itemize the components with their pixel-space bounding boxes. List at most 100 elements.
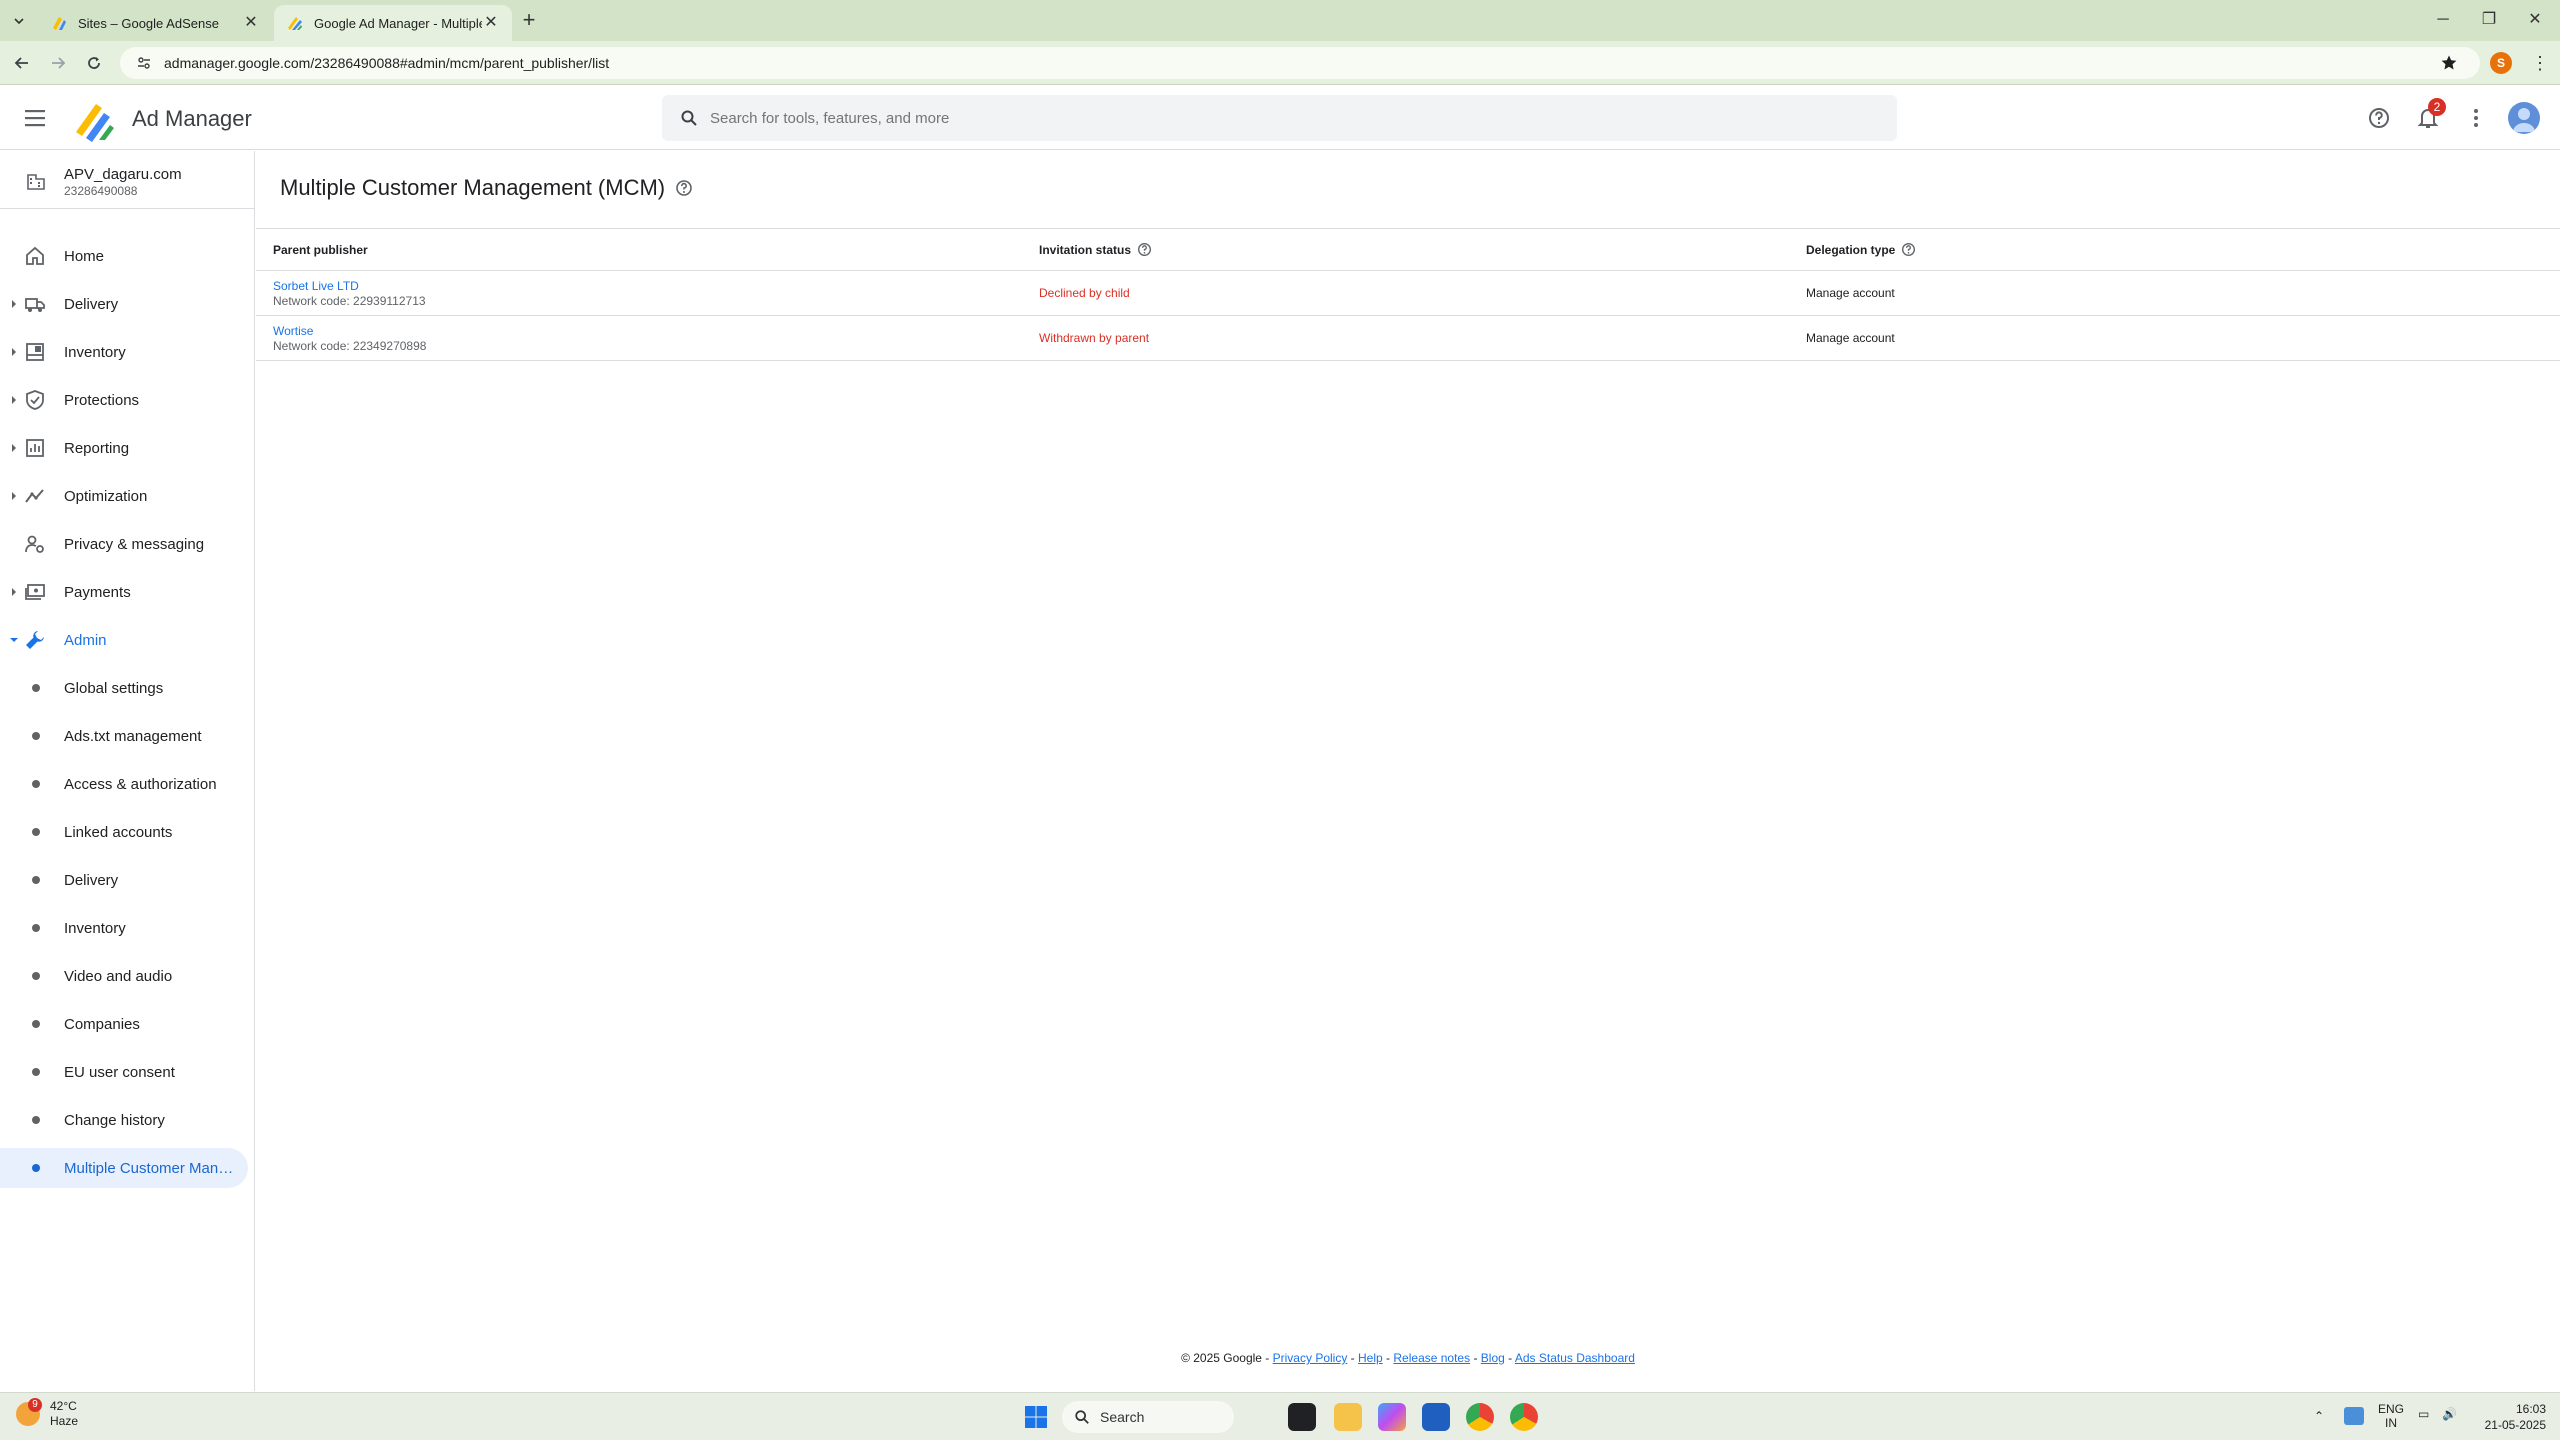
sidebar-item-payments[interactable]: Payments	[0, 572, 248, 612]
column-header-delegation-type[interactable]: Delegation type	[1806, 229, 1916, 270]
page-title: Multiple Customer Management (MCM)	[280, 175, 693, 201]
weather-sun-icon: 9	[16, 1398, 42, 1426]
tab-close-icon[interactable]: ✕	[482, 14, 500, 32]
help-icon[interactable]	[1901, 242, 1916, 257]
sidebar-item-protections[interactable]: Protections	[0, 380, 248, 420]
notifications-bell-icon[interactable]: 2	[2414, 98, 2446, 132]
privacy-policy-link[interactable]: Privacy Policy	[1273, 1351, 1348, 1365]
footer-separator: -	[1473, 1351, 1478, 1365]
minimize-button[interactable]: ─	[2420, 4, 2466, 36]
store-icon[interactable]	[1422, 1403, 1450, 1431]
browser-tab-admanager[interactable]: Google Ad Manager - Multiple ✕	[274, 5, 512, 41]
forward-button[interactable]	[44, 49, 72, 77]
sidebar-subitem-access-authorization[interactable]: Access & authorization	[0, 764, 248, 804]
chrome-app-icon[interactable]	[1466, 1403, 1494, 1431]
sidebar-subitem-ads-txt[interactable]: Ads.txt management	[0, 716, 248, 756]
site-info-icon[interactable]	[136, 55, 152, 71]
app-header: Ad Manager 2	[0, 86, 2560, 150]
sidebar-subitem-mcm[interactable]: Multiple Customer Manag...	[0, 1148, 248, 1188]
windows-start-icon[interactable]	[1024, 1405, 1048, 1429]
publisher-network-code: Network code: 22349270898	[273, 338, 427, 353]
chrome-menu-icon[interactable]: ⋮	[2528, 51, 2552, 75]
table-row[interactable]: Sorbet Live LTD Network code: 2293911271…	[256, 271, 2560, 316]
release-notes-link[interactable]: Release notes	[1393, 1351, 1470, 1365]
sidebar-item-optimization[interactable]: Optimization	[0, 476, 248, 516]
sidebar-item-admin[interactable]: Admin	[0, 620, 248, 660]
chrome-profile-avatar[interactable]: S	[2490, 52, 2512, 74]
language-indicator[interactable]: ENG IN	[2378, 1402, 2404, 1430]
show-hidden-icons-chevron-icon[interactable]: ⌃	[2314, 1409, 2324, 1423]
publisher-link[interactable]: Sorbet Live LTD	[273, 279, 426, 293]
sidebar-subitem-companies[interactable]: Companies	[0, 1004, 248, 1044]
clock[interactable]: 16:03 21-05-2025	[2476, 1401, 2546, 1433]
tab-close-icon[interactable]: ✕	[242, 14, 260, 32]
tab-search-chevron-icon[interactable]	[6, 8, 32, 34]
ad-manager-logo-icon[interactable]	[72, 98, 116, 142]
sidebar-item-inventory[interactable]: Inventory	[0, 332, 248, 372]
browser-toolbar: admanager.google.com/23286490088#admin/m…	[0, 41, 2560, 85]
wrench-icon	[26, 631, 44, 649]
column-header-invitation-status[interactable]: Invitation status	[1039, 229, 1152, 270]
sidebar-subitem-video-audio[interactable]: Video and audio	[0, 956, 248, 996]
sidebar-item-delivery[interactable]: Delivery	[0, 284, 248, 324]
inventory-icon	[26, 343, 44, 361]
terminal-app-icon[interactable]	[1288, 1403, 1316, 1431]
sidebar-item-reporting[interactable]: Reporting	[0, 428, 248, 468]
account-person-icon	[2513, 108, 2535, 132]
more-options-icon[interactable]	[2462, 104, 2490, 132]
ads-status-dashboard-link[interactable]: Ads Status Dashboard	[1515, 1351, 1635, 1365]
window-close-button[interactable]: ✕	[2512, 4, 2558, 36]
column-header-label: Parent publisher	[273, 242, 368, 257]
search-input[interactable]	[710, 109, 1810, 127]
bullet-dot	[32, 972, 40, 980]
back-button[interactable]	[8, 49, 36, 77]
copilot-icon[interactable]	[1378, 1403, 1406, 1431]
chrome-active-app-icon[interactable]	[1510, 1403, 1538, 1431]
main-menu-icon[interactable]	[22, 106, 50, 130]
clock-time: 16:03	[2515, 1402, 2546, 1416]
account-avatar[interactable]	[2508, 102, 2540, 134]
publisher-link[interactable]: Wortise	[273, 324, 426, 338]
volume-icon[interactable]: 🔊	[2442, 1407, 2457, 1421]
file-explorer-icon[interactable]	[1334, 1403, 1362, 1431]
help-link[interactable]: Help	[1358, 1351, 1383, 1365]
delegation-type-cell: Manage account	[1806, 331, 1895, 345]
sidebar-subitem-inventory[interactable]: Inventory	[0, 908, 248, 948]
language-code: ENG	[2378, 1402, 2405, 1416]
network-selector[interactable]: APV_dagaru.com 23286490088	[0, 151, 255, 209]
new-tab-button[interactable]: +	[516, 8, 542, 34]
table-row[interactable]: Wortise Network code: 22349270898 Withdr…	[256, 316, 2560, 361]
notification-count-badge: 2	[2428, 98, 2446, 116]
reload-button[interactable]	[80, 49, 108, 77]
help-icon[interactable]	[2365, 104, 2393, 132]
sidebar-item-privacy-messaging[interactable]: Privacy & messaging	[0, 524, 248, 564]
shield-check-icon	[26, 390, 44, 410]
footer-separator: -	[1350, 1351, 1355, 1365]
weather-widget[interactable]: 9 42°C Haze	[16, 1398, 78, 1429]
collapse-arrow-icon	[10, 638, 18, 642]
sidebar-subitem-eu-user-consent[interactable]: EU user consent	[0, 1052, 248, 1092]
tools-search-bar[interactable]	[662, 95, 1897, 141]
sidebar-subitem-delivery[interactable]: Delivery	[0, 860, 248, 900]
bullet-dot	[32, 1020, 40, 1028]
publisher-network-code: Network code: 22939112713	[273, 293, 426, 308]
sidebar-subitem-linked-accounts[interactable]: Linked accounts	[0, 812, 248, 852]
publisher-cell: Sorbet Live LTD Network code: 2293911271…	[273, 271, 426, 315]
column-header-parent-publisher[interactable]: Parent publisher	[273, 229, 368, 270]
taskbar-search[interactable]: Search	[1062, 1401, 1234, 1433]
address-bar[interactable]: admanager.google.com/23286490088#admin/m…	[120, 47, 2480, 79]
sidebar-subitem-global-settings[interactable]: Global settings	[0, 668, 248, 708]
bullet-dot	[32, 1116, 40, 1124]
browser-tab-adsense[interactable]: Sites – Google AdSense ✕	[38, 5, 272, 41]
onedrive-icon[interactable]	[2344, 1407, 2364, 1425]
column-header-label: Delegation type	[1806, 242, 1896, 257]
sidebar-item-home[interactable]: Home	[0, 236, 248, 276]
restore-button[interactable]: ❐	[2466, 4, 2512, 36]
help-icon[interactable]	[675, 179, 693, 197]
help-icon[interactable]	[1137, 242, 1152, 257]
expand-arrow-icon	[12, 300, 16, 308]
network-icon[interactable]: ▭	[2418, 1407, 2429, 1421]
bookmark-star-icon[interactable]	[2440, 54, 2458, 72]
blog-link[interactable]: Blog	[1481, 1351, 1505, 1365]
sidebar-subitem-change-history[interactable]: Change history	[0, 1100, 248, 1140]
